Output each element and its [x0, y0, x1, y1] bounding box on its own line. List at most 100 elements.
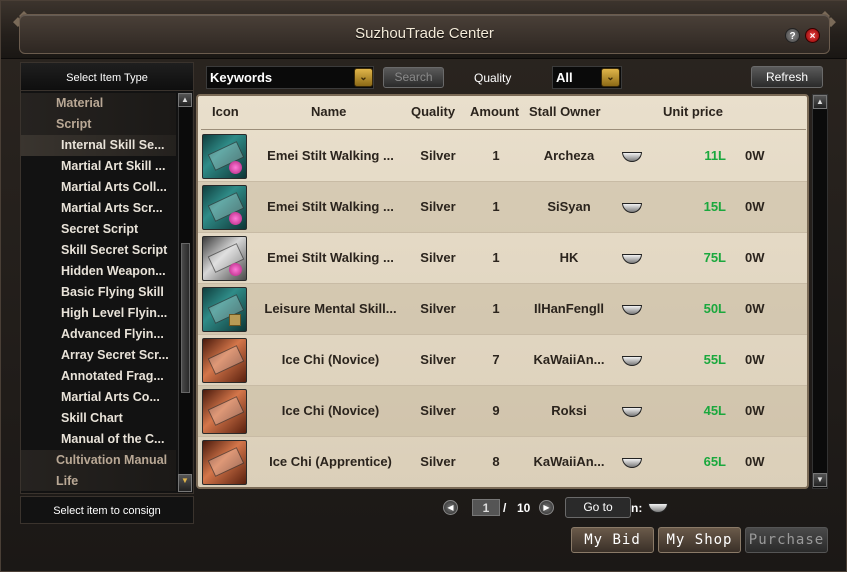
scroll-thumb[interactable]	[181, 243, 190, 393]
table-row[interactable]: Emei Stilt Walking ... Silver 1 Archeza 11L 0…	[198, 131, 807, 182]
table-row[interactable]: Ice Chi (Novice) Silver 9 Roksi 45L 0W	[198, 386, 807, 437]
my-shop-button[interactable]: My Shop	[658, 527, 741, 553]
category-item[interactable]: Annotated Frag...	[21, 366, 176, 387]
stall-owner: HK	[559, 250, 579, 265]
category-item[interactable]: Material	[21, 93, 176, 114]
red-book-icon[interactable]	[202, 389, 247, 434]
red-book-icon[interactable]	[202, 338, 247, 383]
table-row[interactable]: Leisure Mental Skill... Silver 1 IlHanFengl…	[198, 284, 807, 335]
category-item[interactable]: Hidden Weapon...	[21, 261, 176, 282]
listing-table: Icon Name Quality Amount Stall Owner Uni…	[196, 94, 809, 489]
item-name: Emei Stilt Walking ...	[267, 148, 394, 163]
category-item[interactable]: Basic Flying Skill	[21, 282, 176, 303]
silver-ingot-icon[interactable]	[622, 457, 642, 468]
green-scroll-book-icon[interactable]	[202, 287, 247, 332]
category-item[interactable]: Manual of the C...	[21, 429, 176, 450]
goto-button[interactable]: Go to	[565, 497, 631, 518]
category-list: Material Script Internal Skill Se... Martia…	[21, 93, 176, 491]
silver-ingot-icon[interactable]	[622, 253, 642, 264]
item-quality: Silver	[420, 352, 456, 367]
item-amount: 1	[492, 250, 500, 265]
category-item[interactable]: Skill Chart	[21, 408, 176, 429]
category-item[interactable]: Martial Arts Scr...	[21, 198, 176, 219]
item-quality: Silver	[420, 454, 456, 469]
table-row[interactable]: Emei Stilt Walking ... Silver 1 HK 75L 0W	[198, 233, 807, 284]
silver-ingot-icon[interactable]	[622, 151, 642, 162]
item-amount: 1	[492, 301, 500, 316]
page-input[interactable]: 1	[472, 499, 500, 516]
unit-price-w: 0W	[745, 352, 765, 367]
unit-price-w: 0W	[745, 403, 765, 418]
consign-hint: Select item to consign	[20, 496, 194, 524]
item-amount: 7	[492, 352, 500, 367]
scroll-down-icon[interactable]: ▼	[178, 474, 192, 492]
header-name: Name	[311, 104, 347, 119]
category-item[interactable]: Advanced Flyin...	[21, 324, 176, 345]
item-quality: Silver	[420, 403, 456, 418]
green-skill-book-icon[interactable]	[202, 134, 247, 179]
next-page-icon[interactable]: ▶	[539, 500, 554, 515]
keywords-input[interactable]: Keywords	[206, 66, 374, 89]
category-item[interactable]: Internal Skill Se...	[21, 135, 176, 156]
silver-ingot-icon[interactable]	[622, 406, 642, 417]
table-row[interactable]: Ice Chi (Apprentice) Silver 8 KaWaiiAn... 65…	[198, 437, 807, 487]
table-row[interactable]: Emei Stilt Walking ... Silver 1 SiSyan 15L 0W	[198, 182, 807, 233]
stall-owner: IlHanFengll	[533, 301, 605, 316]
purchase-button[interactable]: Purchase	[745, 527, 828, 553]
category-item[interactable]: Martial Arts Co...	[21, 387, 176, 408]
silver-ingot-icon	[648, 503, 668, 513]
keywords-dropdown-icon[interactable]: ⌄	[354, 68, 373, 87]
unit-price: 11L	[704, 148, 726, 163]
item-icon-cell	[201, 386, 248, 436]
item-icon-cell	[201, 335, 248, 385]
refresh-button[interactable]: Refresh	[751, 66, 823, 88]
quality-dropdown-icon[interactable]: ⌄	[601, 68, 620, 87]
header-quality: Quality	[411, 104, 456, 119]
contact-owner-cell	[616, 335, 648, 385]
item-icon-cell	[201, 437, 248, 487]
silver-ingot-icon[interactable]	[622, 355, 642, 366]
item-amount: 1	[492, 199, 500, 214]
category-item[interactable]: Skill Secret Script	[21, 240, 176, 261]
quality-label: Quality	[474, 71, 512, 85]
close-icon[interactable]: ×	[805, 28, 820, 43]
pager-suffix: n:	[631, 501, 643, 515]
my-bid-button[interactable]: My Bid	[571, 527, 654, 553]
item-icon-cell	[201, 131, 248, 181]
unit-price-w: 0W	[745, 454, 765, 469]
item-quality: Silver	[420, 199, 456, 214]
category-item[interactable]: Array Secret Scr...	[21, 345, 176, 366]
item-icon-cell	[201, 233, 248, 283]
prev-page-icon[interactable]: ◀	[443, 500, 458, 515]
page-separator: /	[503, 501, 507, 515]
unit-price: 15L	[703, 199, 726, 214]
item-name: Ice Chi (Novice)	[281, 403, 380, 418]
scroll-up-icon[interactable]: ▲	[813, 95, 827, 109]
table-scrollbar[interactable]: ▲ ▼	[812, 94, 828, 489]
category-item[interactable]: Martial Arts Coll...	[21, 177, 176, 198]
stall-owner: KaWaiiAn...	[533, 352, 605, 367]
category-item[interactable]: Life	[21, 471, 176, 491]
table-row[interactable]: Ice Chi (Novice) Silver 7 KaWaiiAn... 55L 0W	[198, 335, 807, 386]
item-quality: Silver	[420, 301, 456, 316]
pagination: ◀ 1 / 10 ▶ Go to n:	[196, 494, 829, 522]
category-item[interactable]: Script	[21, 114, 176, 135]
search-button[interactable]: Search	[383, 67, 444, 88]
green-skill-book-icon[interactable]	[202, 185, 247, 230]
category-item[interactable]: High Level Flyin...	[21, 303, 176, 324]
item-type-panel: Select Item Type Material Script Internal …	[20, 62, 194, 494]
help-icon[interactable]: ?	[785, 28, 800, 43]
red-book-icon[interactable]	[202, 440, 247, 485]
category-item[interactable]: Cultivation Manual	[21, 450, 176, 471]
scroll-down-icon[interactable]: ▼	[813, 473, 827, 487]
category-scrollbar[interactable]: ▲ ▼	[178, 93, 192, 492]
stall-owner: Archeza	[543, 148, 595, 163]
white-skill-book-icon[interactable]	[202, 236, 247, 281]
stall-owner: Roksi	[551, 403, 587, 418]
silver-ingot-icon[interactable]	[622, 304, 642, 315]
category-item[interactable]: Secret Script	[21, 219, 176, 240]
item-amount: 8	[492, 454, 500, 469]
category-item[interactable]: Martial Art Skill ...	[21, 156, 176, 177]
silver-ingot-icon[interactable]	[622, 202, 642, 213]
scroll-up-icon[interactable]: ▲	[178, 93, 192, 107]
